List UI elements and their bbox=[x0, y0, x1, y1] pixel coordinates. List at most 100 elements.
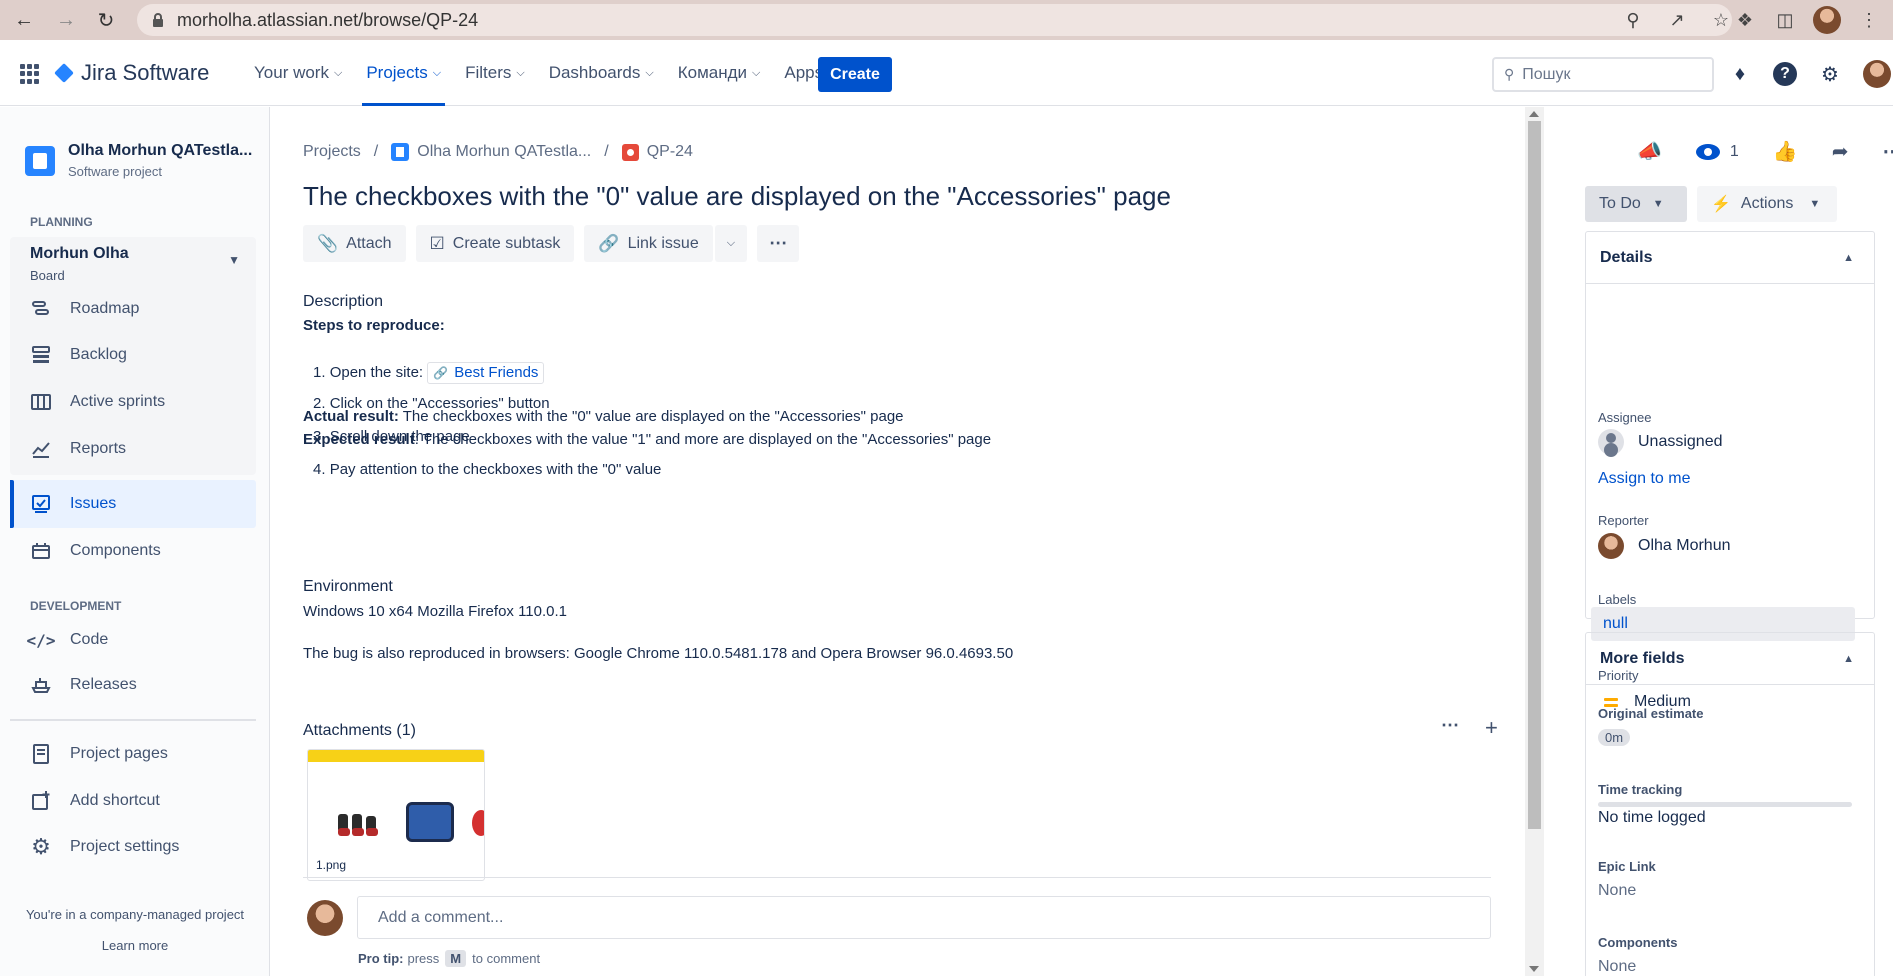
sidebar-item-releases[interactable]: Releases bbox=[30, 674, 137, 696]
actions-dropdown[interactable]: ⚡ Actions ▼ bbox=[1697, 186, 1837, 222]
bug-icon[interactable] bbox=[621, 143, 639, 161]
zoom-icon[interactable]: ⚲ bbox=[1621, 8, 1645, 32]
side-panel-icon[interactable]: ◫ bbox=[1773, 8, 1797, 32]
thumbnail-carrier-image bbox=[406, 802, 454, 842]
link-issue-dropdown[interactable]: ⌵ bbox=[714, 225, 748, 262]
link-issue-button[interactable]: 🔗 Link issue bbox=[584, 225, 713, 262]
search-input[interactable]: ⚲ Пошук bbox=[1492, 57, 1714, 92]
assign-to-me-link[interactable]: Assign to me bbox=[1598, 470, 1690, 488]
learn-more-link[interactable]: Learn more bbox=[0, 938, 270, 953]
sidebar-item-roadmap[interactable]: Roadmap bbox=[30, 298, 139, 320]
sidebar-item-issues[interactable]: Issues bbox=[30, 493, 116, 515]
app-switcher-icon[interactable] bbox=[20, 64, 40, 84]
planning-section-title: PLANNING bbox=[30, 215, 93, 229]
actual-result-text: The checkboxes with the "0" value are di… bbox=[398, 408, 904, 425]
breadcrumb-issue-key[interactable]: QP-24 bbox=[647, 143, 693, 161]
forward-arrow-icon[interactable]: → bbox=[52, 6, 80, 34]
create-subtask-label: Create subtask bbox=[452, 234, 561, 252]
sidebar-item-label: Project settings bbox=[70, 838, 180, 855]
help-icon[interactable]: ? bbox=[1773, 62, 1797, 86]
address-bar[interactable]: morholha.atlassian.net/browse/QP-24 bbox=[137, 4, 1732, 36]
breadcrumb-project[interactable]: Olha Morhun QATestla... bbox=[417, 143, 591, 161]
components-value[interactable]: None bbox=[1598, 958, 1636, 976]
chevron-down-icon: ⌵ bbox=[333, 66, 343, 79]
comment-input[interactable]: Add a comment... bbox=[357, 896, 1491, 939]
add-attachment-icon[interactable]: + bbox=[1485, 715, 1498, 741]
thumbnail-header-strip bbox=[308, 750, 484, 762]
browser-extension-area: ❖ ◫ ⋮ bbox=[1733, 6, 1893, 34]
more-actions-button[interactable]: ⋯ bbox=[757, 225, 800, 262]
attachments-label: Attachments (1) bbox=[303, 722, 416, 739]
attach-button[interactable]: 📎 Attach bbox=[303, 225, 406, 262]
details-header[interactable]: Details ▲ bbox=[1586, 232, 1874, 284]
menu-projects[interactable]: Projects ⌵ bbox=[354, 40, 453, 106]
user-avatar[interactable] bbox=[1863, 60, 1891, 88]
sidebar-item-project-pages[interactable]: Project pages bbox=[30, 743, 168, 765]
attachments-more-icon[interactable]: ⋯ bbox=[1441, 715, 1459, 741]
scroll-thumb[interactable] bbox=[1528, 121, 1541, 829]
assignee-value[interactable]: Unassigned bbox=[1598, 429, 1723, 455]
feedback-megaphone-icon[interactable]: 📣 bbox=[1637, 139, 1662, 164]
sidebar-item-components[interactable]: Components bbox=[30, 540, 161, 562]
main-scrollbar[interactable] bbox=[1525, 107, 1544, 976]
original-estimate-value: 0m bbox=[1598, 729, 1631, 746]
create-subtask-button[interactable]: ☑ Create subtask bbox=[415, 225, 575, 262]
gear-icon: ⚙ bbox=[31, 834, 51, 859]
original-estimate-label: Original estimate bbox=[1598, 706, 1704, 721]
sidebar-item-backlog[interactable]: Backlog bbox=[30, 344, 127, 366]
board-name[interactable]: Morhun Olha bbox=[30, 245, 129, 263]
like-thumbs-up-icon[interactable]: 👍 bbox=[1773, 139, 1798, 164]
sidebar-item-project-settings[interactable]: ⚙ Project settings bbox=[30, 834, 180, 859]
menu-your-work[interactable]: Your work ⌵ bbox=[242, 40, 354, 106]
bookmark-star-icon[interactable]: ☆ bbox=[1709, 8, 1733, 32]
chevron-down-icon[interactable]: ▼ bbox=[228, 253, 240, 267]
browser-profile-avatar[interactable] bbox=[1813, 6, 1841, 34]
settings-gear-icon[interactable]: ⚙ bbox=[1817, 61, 1843, 87]
menu-dashboards[interactable]: Dashboards ⌵ bbox=[537, 40, 666, 106]
sidebar-item-code[interactable]: </> Code bbox=[27, 629, 109, 651]
issue-actions-row: 📣 1 👍 ➦ ⋯ bbox=[1637, 139, 1893, 164]
link-icon: 🔗 bbox=[433, 366, 449, 380]
breadcrumb-separator: / bbox=[604, 143, 609, 160]
step-text: Pay attention to the checkboxes with the… bbox=[329, 461, 662, 478]
share-icon[interactable]: ↗ bbox=[1665, 8, 1689, 32]
more-dots-icon[interactable]: ⋯ bbox=[1882, 139, 1893, 164]
jira-logo[interactable]: Jira Software bbox=[54, 60, 209, 86]
epic-link-value[interactable]: None bbox=[1598, 882, 1636, 900]
chevron-down-icon: ▼ bbox=[1809, 198, 1821, 210]
backlog-icon bbox=[30, 344, 52, 366]
scroll-up-arrow[interactable] bbox=[1529, 111, 1539, 117]
extensions-puzzle-icon[interactable]: ❖ bbox=[1733, 8, 1757, 32]
sidebar-item-active-sprints[interactable]: Active sprints bbox=[30, 391, 165, 413]
url-text: morholha.atlassian.net/browse/QP-24 bbox=[177, 9, 479, 30]
sidebar-item-add-shortcut[interactable]: Add shortcut bbox=[30, 790, 160, 812]
reporter-value[interactable]: Olha Morhun bbox=[1598, 533, 1731, 559]
create-button[interactable]: Create bbox=[818, 57, 892, 92]
back-arrow-icon[interactable]: ← bbox=[10, 6, 38, 34]
status-dropdown[interactable]: To Do ▼ bbox=[1585, 186, 1687, 222]
time-tracking-value[interactable]: No time logged bbox=[1598, 809, 1706, 827]
share-icon[interactable]: ➦ bbox=[1832, 139, 1849, 164]
sidebar-item-reports[interactable]: Reports bbox=[30, 438, 126, 460]
attachment-thumbnail[interactable]: 1.png bbox=[307, 749, 485, 881]
subtask-icon: ☑ bbox=[429, 233, 445, 253]
best-friends-link[interactable]: 🔗 Best Friends bbox=[427, 362, 545, 384]
components-icon bbox=[30, 540, 52, 562]
roadmap-icon bbox=[30, 298, 52, 320]
menu-filters[interactable]: Filters ⌵ bbox=[453, 40, 537, 106]
original-estimate-field[interactable]: 0m bbox=[1598, 729, 1631, 746]
protip-press: press bbox=[407, 951, 440, 966]
browser-menu-icon[interactable]: ⋮ bbox=[1857, 8, 1881, 32]
description-label: Description bbox=[303, 293, 384, 310]
menu-teams[interactable]: Команди ⌵ bbox=[666, 40, 773, 106]
project-header[interactable]: Olha Morhun QATestla... Software project bbox=[25, 142, 252, 179]
reload-icon[interactable]: ↻ bbox=[92, 6, 120, 34]
scroll-down-arrow[interactable] bbox=[1529, 966, 1539, 972]
watch-button[interactable]: 1 bbox=[1695, 143, 1739, 161]
issue-title[interactable]: The checkboxes with the "0" value are di… bbox=[303, 181, 1171, 212]
breadcrumb-projects[interactable]: Projects bbox=[303, 143, 361, 161]
time-tracking-bar[interactable] bbox=[1598, 802, 1852, 807]
notifications-icon[interactable]: ♦ bbox=[1727, 61, 1753, 87]
more-fields-header[interactable]: More fields ▲ bbox=[1586, 633, 1874, 685]
development-section-title: DEVELOPMENT bbox=[30, 599, 122, 613]
